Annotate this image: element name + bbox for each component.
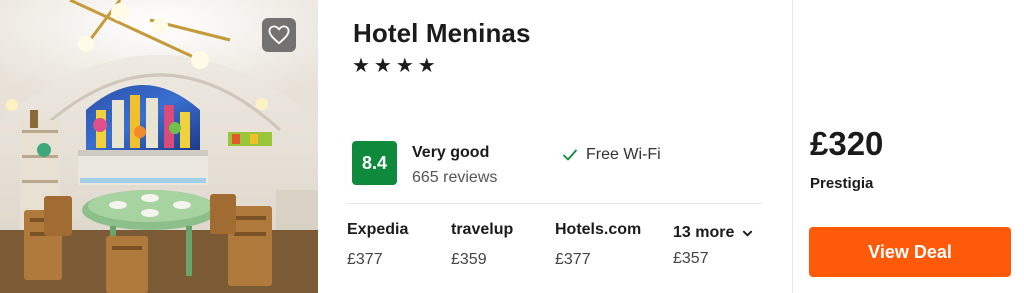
divider <box>347 203 762 204</box>
hotel-name[interactable]: Hotel Meninas <box>353 18 531 49</box>
provider-travelup[interactable]: travelup £359 <box>451 221 513 269</box>
check-icon <box>563 149 577 161</box>
provider-hotels-com[interactable]: Hotels.com £377 <box>555 221 641 269</box>
deal-price: £320 <box>810 125 884 162</box>
more-providers-label: 13 more <box>673 224 735 241</box>
provider-price: £359 <box>451 251 487 268</box>
heart-icon <box>268 25 290 45</box>
amenity-label: Free Wi-Fi <box>586 146 661 163</box>
rating-label: Very good <box>412 144 490 161</box>
deal-panel: £320 Prestigia View Deal <box>793 0 1024 293</box>
hotel-info: Hotel Meninas ★★★★ 8.4 Very good 665 rev… <box>318 0 792 293</box>
provider-name: travelup <box>451 221 514 238</box>
provider-expedia[interactable]: Expedia £377 <box>347 221 408 269</box>
provider-name: Hotels.com <box>555 221 642 238</box>
provider-name: Expedia <box>347 221 409 238</box>
favorite-button[interactable] <box>262 18 296 52</box>
deal-provider: Prestigia <box>810 175 874 192</box>
star-rating: ★★★★ <box>352 53 440 77</box>
more-providers-button[interactable]: 13 more <box>673 224 753 242</box>
review-count[interactable]: 665 reviews <box>412 169 497 187</box>
rating-score-badge: 8.4 <box>352 141 397 185</box>
chevron-down-icon <box>743 230 753 236</box>
provider-price: £377 <box>555 251 591 268</box>
more-providers-price: £357 <box>673 250 709 267</box>
hotel-photo[interactable] <box>0 0 318 293</box>
provider-price: £377 <box>347 251 383 268</box>
hotel-result-card: Hotel Meninas ★★★★ 8.4 Very good 665 rev… <box>0 0 1024 293</box>
amenity-free-wifi: Free Wi-Fi <box>562 146 661 164</box>
view-deal-button[interactable]: View Deal <box>809 227 1011 277</box>
